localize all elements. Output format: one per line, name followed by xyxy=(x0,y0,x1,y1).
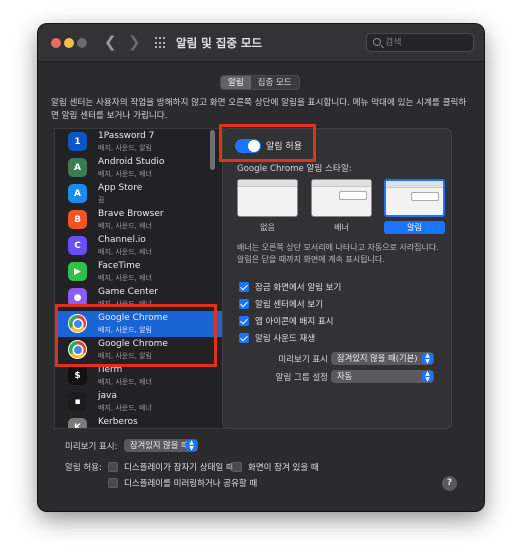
title-bar: ❮ ❯ 알림 및 집중 모드 xyxy=(38,24,484,62)
notification-center-checkbox[interactable] xyxy=(239,299,249,309)
app-notification-summary: 배지, 사운드, 배너 xyxy=(98,378,152,386)
description-text: 알림 센터는 사용자의 작업을 방해하지 않고 화면 오른쪽 상단에 알림을 표… xyxy=(51,98,467,121)
kerberos-icon: K xyxy=(68,418,87,428)
preview-select[interactable]: 잠겨있지 않을 때(기본) ▲ ▼ xyxy=(331,352,434,365)
screen-locked-checkbox-row[interactable]: 화면이 잠겨 있을 때 xyxy=(232,461,319,473)
search-input[interactable] xyxy=(385,36,469,50)
preview-select-value: 잠겨있지 않을 때(기본) xyxy=(337,353,418,363)
bottom-preview-label: 미리보기 표시: xyxy=(65,442,118,452)
updown-chevron-icon: ▲ ▼ xyxy=(422,353,433,364)
lockscreen-checkbox-label: 잠금 화면에서 알림 보기 xyxy=(255,283,342,293)
onepassword-icon: 1 xyxy=(68,132,87,151)
sound-checkbox-row[interactable]: 알림 사운드 재생 xyxy=(239,332,315,344)
app-list-item[interactable]: A App Store 끔 xyxy=(55,181,223,207)
app-name: FaceTime xyxy=(98,261,141,271)
app-name: Android Studio xyxy=(98,157,165,167)
badge-checkbox-row[interactable]: 앱 아이콘에 배지 표시 xyxy=(239,315,334,327)
app-list[interactable]: 1 1Password 7 배지, 사운드, 알림 A Android Studio 배지… xyxy=(54,128,224,429)
app-list-item[interactable]: ▪ java 배지, 사운드, 배너 xyxy=(55,389,223,415)
app-name: Game Center xyxy=(98,287,158,297)
display-sleep-checkbox-label: 디스플레이가 잠자기 상태일 때 xyxy=(124,463,234,473)
mirroring-checkbox-row[interactable]: 디스플레이를 미러링하거나 공유할 때 xyxy=(108,477,257,489)
style-description: 배너는 오른쪽 상단 모서리에 나타나고 자동으로 사라집니다. 알림은 닫을 … xyxy=(237,243,439,264)
app-name: Channel.io xyxy=(98,235,146,245)
preview-select-label: 미리보기 표시 xyxy=(278,355,328,365)
zoom-button[interactable] xyxy=(77,38,87,48)
window-title: 알림 및 집중 모드 xyxy=(176,36,263,50)
bottom-allow-label: 알림 허용: xyxy=(65,463,102,473)
tab-focus[interactable]: 집중 모드 xyxy=(251,76,299,89)
close-button[interactable] xyxy=(51,38,61,48)
style-alert-thumbnail[interactable] xyxy=(384,179,445,217)
brave-icon: B xyxy=(68,210,87,229)
style-none-label[interactable]: 없음 xyxy=(237,221,298,234)
preferences-window: ❮ ❯ 알림 및 집중 모드 알림 집중 모드 알림 센터는 사용자의 작업을 … xyxy=(38,24,484,511)
bottom-preview-value: 잠겨있지 않을 때 xyxy=(130,440,189,450)
style-none-thumbnail[interactable] xyxy=(237,179,298,217)
app-list-item[interactable]: KKerberos배지, 사운드, 배너 xyxy=(55,415,223,428)
updown-chevron-icon: ▲ ▼ xyxy=(422,371,433,382)
mirroring-checkbox[interactable] xyxy=(108,478,118,488)
search-icon xyxy=(373,38,381,46)
style-banner-label[interactable]: 배너 xyxy=(311,221,372,234)
app-notification-summary: 끔 xyxy=(98,196,105,204)
tab-control: 알림 집중 모드 xyxy=(220,75,300,90)
app-notification-summary: 배지, 사운드, 배너 xyxy=(98,248,152,256)
app-name: Kerberos xyxy=(98,417,138,427)
style-banner-thumbnail[interactable] xyxy=(311,179,372,217)
grouping-select-value: 자동 xyxy=(337,371,353,381)
app-name: Brave Browser xyxy=(98,209,164,219)
app-notification-summary: 배지, 사운드, 배너 xyxy=(98,222,152,230)
highlight-box-chrome xyxy=(55,304,217,367)
lockscreen-checkbox-row[interactable]: 잠금 화면에서 알림 보기 xyxy=(239,281,341,293)
app-list-item[interactable]: ▶ FaceTime 배지, 사운드, 배너 xyxy=(55,259,223,285)
tab-notifications[interactable]: 알림 xyxy=(221,76,251,89)
app-store-icon: A xyxy=(68,184,87,203)
app-notification-summary: 배지, 사운드, 배너 xyxy=(98,274,152,282)
sound-checkbox-label: 알림 사운드 재생 xyxy=(255,334,316,344)
app-list-scrollbar[interactable] xyxy=(210,130,215,170)
facetime-icon: ▶ xyxy=(68,262,87,281)
show-all-grid-icon[interactable] xyxy=(155,37,167,49)
grouping-select[interactable]: 자동 ▲ ▼ xyxy=(331,370,434,383)
highlight-box-toggle xyxy=(219,124,316,162)
bottom-preview-select[interactable]: 잠겨있지 않을 때 ▲ ▼ xyxy=(124,439,198,452)
app-list-item[interactable]: B Brave Browser 배지, 사운드, 배너 xyxy=(55,207,223,233)
mirroring-checkbox-label: 디스플레이를 미러링하거나 공유할 때 xyxy=(124,479,258,489)
screen-locked-checkbox[interactable] xyxy=(232,462,242,472)
style-alert-label[interactable]: 알림 xyxy=(384,221,445,234)
app-name: java xyxy=(98,391,117,401)
screen-locked-checkbox-label: 화면이 잠겨 있을 때 xyxy=(248,463,319,473)
style-label: Google Chrome 알림 스타일: xyxy=(237,164,352,174)
badge-checkbox[interactable] xyxy=(239,316,249,326)
app-list-item[interactable]: 1 1Password 7 배지, 사운드, 알림 xyxy=(55,129,223,155)
app-notification-summary: 배지, 사운드, 배너 xyxy=(98,170,152,178)
app-notification-summary: 배지, 사운드, 알림 xyxy=(98,144,152,152)
notification-center-checkbox-label: 알림 센터에서 보기 xyxy=(255,300,323,310)
java-icon: ▪ xyxy=(68,392,87,411)
grouping-select-label: 알림 그룹 설정 xyxy=(275,373,328,383)
app-list-item[interactable]: A Android Studio 배지, 사운드, 배너 xyxy=(55,155,223,181)
iterm-icon: $ xyxy=(68,366,87,385)
back-arrow-icon[interactable]: ❮ xyxy=(104,33,117,51)
badge-checkbox-label: 앱 아이콘에 배지 표시 xyxy=(255,317,334,327)
display-sleep-checkbox-row[interactable]: 디스플레이가 잠자기 상태일 때 xyxy=(108,461,234,473)
app-name: App Store xyxy=(98,183,143,193)
notification-center-checkbox-row[interactable]: 알림 센터에서 보기 xyxy=(239,298,323,310)
sound-checkbox[interactable] xyxy=(239,333,249,343)
channel-io-icon: C xyxy=(68,236,87,255)
minimize-button[interactable] xyxy=(64,38,74,48)
app-list-item[interactable]: C Channel.io 배지, 사운드, 배너 xyxy=(55,233,223,259)
app-name: 1Password 7 xyxy=(98,131,155,141)
android-studio-icon: A xyxy=(68,158,87,177)
updown-chevron-icon: ▲ ▼ xyxy=(186,440,197,451)
search-field[interactable] xyxy=(366,33,474,52)
display-sleep-checkbox[interactable] xyxy=(108,462,118,472)
forward-arrow-icon[interactable]: ❯ xyxy=(128,33,141,51)
app-notification-summary: 배지, 사운드, 배너 xyxy=(98,404,152,412)
lockscreen-checkbox[interactable] xyxy=(239,282,249,292)
help-button[interactable]: ? xyxy=(442,476,457,491)
